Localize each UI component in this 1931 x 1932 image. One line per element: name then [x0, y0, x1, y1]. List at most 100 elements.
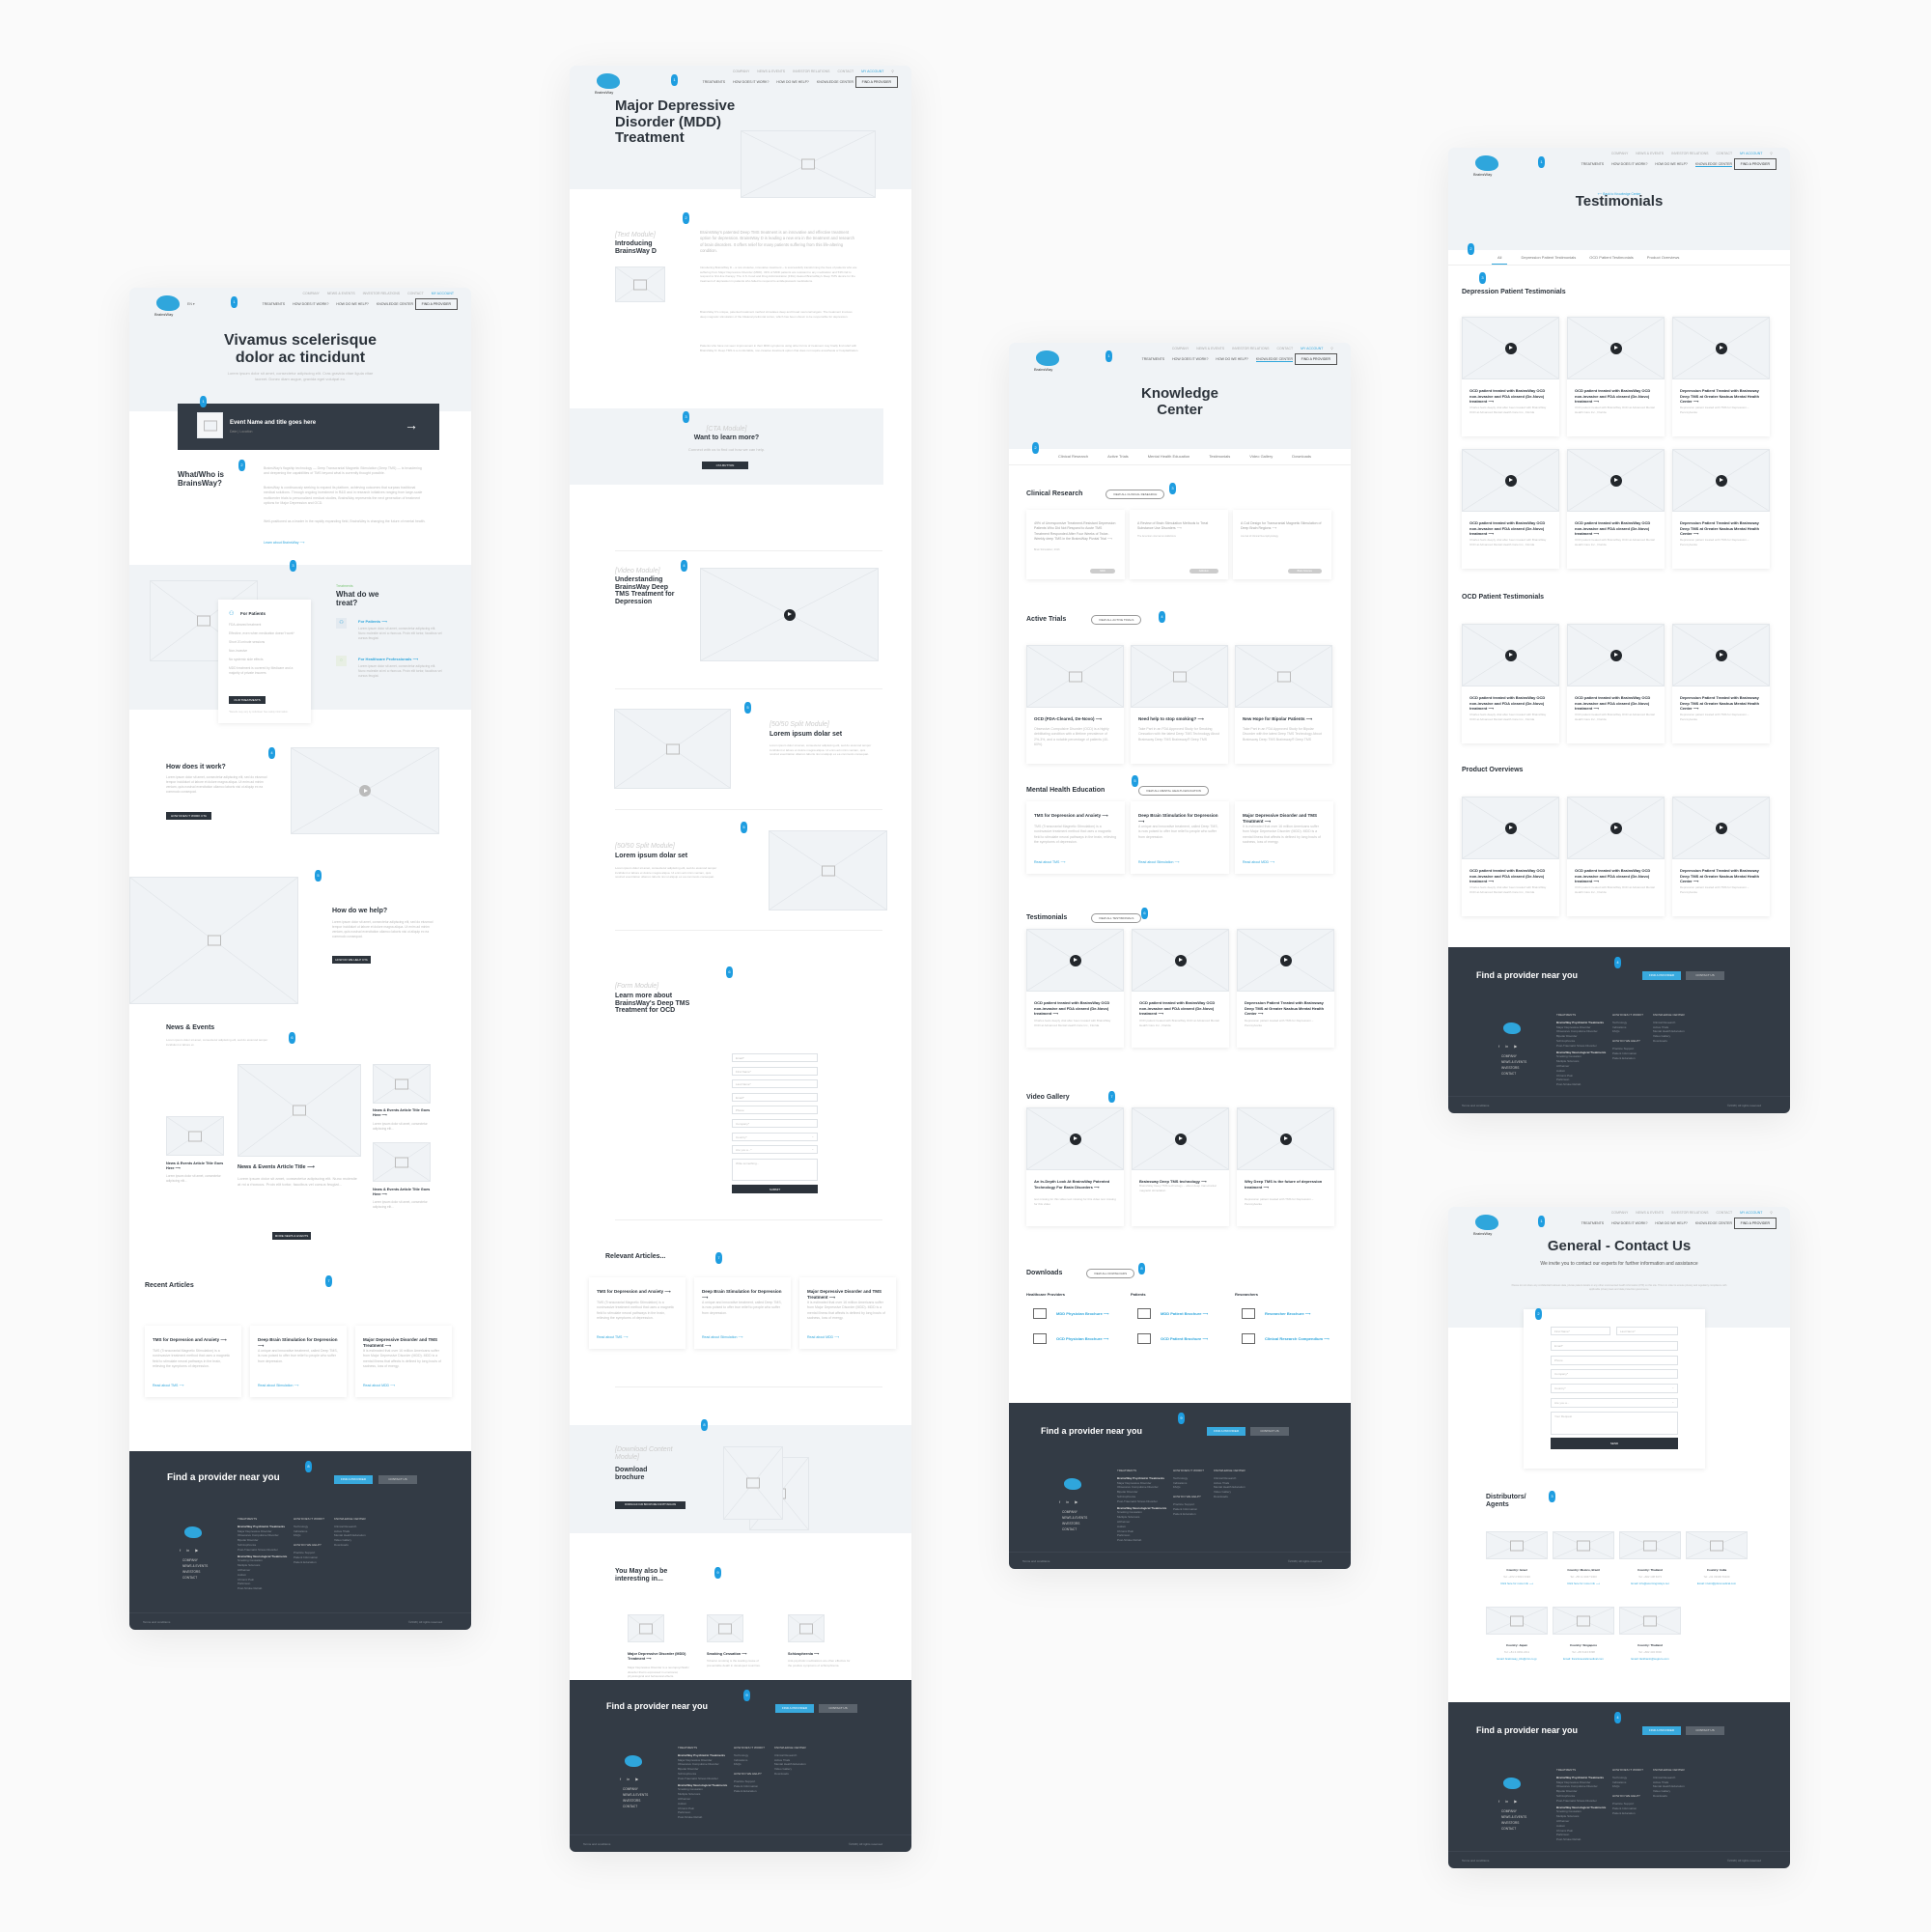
tab-testimonials[interactable]: Testimonials — [1209, 454, 1230, 464]
article-title[interactable]: TMS for Depression and Anxiety ⟶ — [153, 1337, 234, 1343]
nav-how-we-help[interactable]: How do we help? — [336, 302, 368, 306]
utility-link[interactable]: News & Events — [1636, 152, 1664, 155]
trial-card[interactable]: New Hope for Bipolar Patients ⟶ Take Par… — [1235, 645, 1332, 764]
footer-contact-button[interactable]: Contact us — [819, 1704, 857, 1713]
social-icon[interactable]: f — [1498, 1044, 1499, 1049]
social-icon[interactable]: in — [186, 1548, 189, 1553]
play-icon[interactable] — [783, 608, 796, 621]
article-title[interactable]: Major Depressive Disorder and TMS Treatm… — [807, 1289, 888, 1302]
footer-link[interactable]: Post-Stroke Rehab — [678, 1815, 731, 1820]
footer-link[interactable]: Downloads — [1214, 1495, 1257, 1499]
footer-side-link[interactable]: Contact — [1501, 1071, 1526, 1077]
video-card[interactable]: Depression Patient Treated with Brainswa… — [1237, 929, 1334, 1048]
footer-link[interactable]: FAQs — [1173, 1485, 1212, 1490]
footer-side-link[interactable]: Contact — [623, 1804, 648, 1809]
article-link[interactable]: Read about TMS ⟶ — [1034, 860, 1065, 864]
find-provider-button[interactable]: Find a provider — [1733, 158, 1777, 170]
article-card[interactable]: TMS for Depression and Anxiety ⟶ TMS (Tr… — [145, 1326, 241, 1397]
distributor-link[interactable]: Click here for more info ⟶ — [1553, 1582, 1614, 1585]
testimonial-title[interactable]: OCD patient treated with BrainsWay OCD n… — [1575, 520, 1657, 537]
clinical-title[interactable]: 49% of Unresponsive Treatment-Resistant … — [1034, 521, 1117, 542]
utility-link[interactable]: My Account — [1740, 1211, 1762, 1215]
article-title[interactable]: Deep Brain Stimulation for Depression ⟶ — [702, 1289, 783, 1302]
download-item[interactable]: Researcher Brochure ⟶ — [1242, 1308, 1333, 1319]
social-icon[interactable]: in — [1066, 1499, 1069, 1504]
article-card[interactable]: Deep Brain Stimulation for Depression ⟶ … — [1131, 801, 1229, 874]
footer-link[interactable]: Post-Stroke Rehab — [1556, 1837, 1609, 1842]
article-card[interactable]: Major Depressive Disorder and TMS Treatm… — [799, 1277, 896, 1349]
news-image[interactable] — [373, 1142, 431, 1182]
article-link[interactable]: Read about TMS ⟶ — [153, 1384, 183, 1387]
find-provider-button[interactable]: Find a provider — [414, 298, 458, 310]
play-icon[interactable] — [1609, 474, 1622, 487]
video-title[interactable]: OCD patient treated with BrainsWay OCD n… — [1139, 1000, 1221, 1017]
brainsway-logo[interactable] — [1475, 1215, 1498, 1230]
tab-downloads[interactable]: Downloads — [1292, 454, 1311, 464]
tab-mental-health[interactable]: Mental Health Education — [1148, 454, 1190, 464]
search-icon[interactable]: ⚲ — [1770, 152, 1773, 155]
testimonial-card[interactable]: Depression Patient Treated with Brainswa… — [1672, 317, 1770, 436]
footer-contact-button[interactable]: Contact us — [1250, 1427, 1289, 1436]
download-item[interactable]: OCD Physician Brochure ⟶ — [1033, 1333, 1125, 1344]
view-all-downloads-button[interactable]: View all downloads — [1086, 1269, 1135, 1278]
download-link[interactable]: Clinical Research Compendium ⟶ — [1265, 1336, 1329, 1341]
play-icon[interactable] — [1069, 954, 1081, 966]
play-icon[interactable] — [1609, 649, 1622, 661]
trial-title[interactable]: New Hope for Bipolar Patients ⟶ — [1243, 716, 1325, 722]
testimonial-card[interactable]: OCD patient treated with BrainsWay OCD n… — [1462, 449, 1559, 569]
article-link[interactable]: Read about TMS ⟶ — [597, 1335, 628, 1339]
nav-knowledge-center[interactable]: Knowledge Center — [377, 302, 413, 306]
utility-link[interactable]: Contact — [837, 70, 854, 73]
footer-link[interactable]: Post-Traumatic Stress Disorder — [238, 1548, 291, 1553]
distributor-link[interactable]: Email: tlanthanin@sugrero.com — [1619, 1657, 1681, 1661]
trial-card[interactable]: OCD (FDA-Cleared, De-Novo) ⟶ Obsessive-C… — [1026, 645, 1124, 764]
nav-link[interactable]: Treatments — [1581, 162, 1604, 167]
footer-link[interactable]: Downloads — [334, 1543, 378, 1548]
request-textarea[interactable]: Your Request — [1551, 1412, 1678, 1435]
video-player[interactable] — [700, 568, 879, 661]
testimonial-card[interactable]: OCD patient treated with BrainsWay OCD n… — [1567, 317, 1665, 436]
contact-field[interactable]: Country* ⌄ — [1551, 1384, 1678, 1394]
utility-link[interactable]: Contact — [1276, 347, 1293, 350]
news-item-title[interactable]: News & Events Article Title Goes Here ⟶ — [373, 1108, 431, 1119]
nav-link[interactable]: How do we help? — [1655, 1221, 1687, 1225]
play-icon[interactable] — [1715, 474, 1727, 487]
testimonial-title[interactable]: Depression Patient Treated with Brainswa… — [1680, 868, 1762, 884]
footer-link[interactable]: FAQs — [294, 1533, 332, 1538]
article-card[interactable]: Deep Brain Stimulation for Depression ⟶ … — [694, 1277, 791, 1349]
clinical-card[interactable]: 49% of Unresponsive Treatment-Resistant … — [1026, 510, 1125, 579]
footer-find-provider-button[interactable]: Find a provider — [334, 1475, 373, 1484]
nav-link[interactable]: Knowledge Center — [1694, 162, 1732, 167]
utility-link[interactable]: Contact — [1716, 1211, 1732, 1215]
form-field[interactable]: Last Name* — [732, 1079, 818, 1089]
nav-link[interactable]: How does it work? — [1172, 357, 1208, 362]
utility-link[interactable]: News & Events — [1196, 347, 1224, 350]
social-icon[interactable]: ▶ — [1514, 1799, 1517, 1804]
tab-video-gallery[interactable]: Video Gallery — [1249, 454, 1273, 464]
brainsway-logo[interactable] — [1036, 350, 1059, 366]
terms-link[interactable]: Terms and conditions — [143, 1620, 170, 1624]
nav-treatments[interactable]: Treatments — [263, 302, 285, 306]
trial-card[interactable]: Need help to stop smoking? ⟶ Take Part i… — [1131, 645, 1228, 764]
footer-link[interactable]: Downloads — [1653, 1794, 1696, 1799]
trial-title[interactable]: Need help to stop smoking? ⟶ — [1138, 716, 1220, 722]
contact-field[interactable]: Phone — [1551, 1355, 1678, 1365]
also-item-title[interactable]: Smoking Cessation ⟶ — [707, 1652, 770, 1657]
brainsway-logo[interactable] — [1475, 155, 1498, 171]
distributor-link[interactable]: Click here for more info ⟶ — [1486, 1582, 1548, 1585]
utility-link[interactable]: Investor Relations — [1671, 1211, 1708, 1215]
article-card[interactable]: Major Depressive Disorder and TMS Treatm… — [355, 1326, 452, 1397]
nav-how-it-works[interactable]: How does it work? — [293, 302, 328, 306]
nav-link[interactable]: Treatments — [1142, 357, 1164, 362]
nav-link[interactable]: How does it work? — [733, 80, 769, 84]
search-icon[interactable]: ⚲ — [891, 70, 894, 73]
view-all-mhe-button[interactable]: View all mental health education — [1138, 786, 1209, 796]
tab-all[interactable]: All — [1492, 255, 1508, 265]
footer-link[interactable]: Post-Traumatic Stress Disorder — [678, 1777, 731, 1781]
find-provider-button[interactable]: Find a provider — [1294, 353, 1337, 365]
testimonial-title[interactable]: OCD patient treated with BrainsWay OCD n… — [1469, 388, 1552, 405]
social-icon[interactable]: f — [1498, 1799, 1499, 1804]
download-link[interactable]: OCD Patient Brochure ⟶ — [1161, 1336, 1208, 1341]
distributor-link[interactable]: Email: francisneuralsmedical.com — [1553, 1657, 1614, 1661]
testimonial-title[interactable]: OCD patient treated with BrainsWay OCD n… — [1469, 520, 1552, 537]
